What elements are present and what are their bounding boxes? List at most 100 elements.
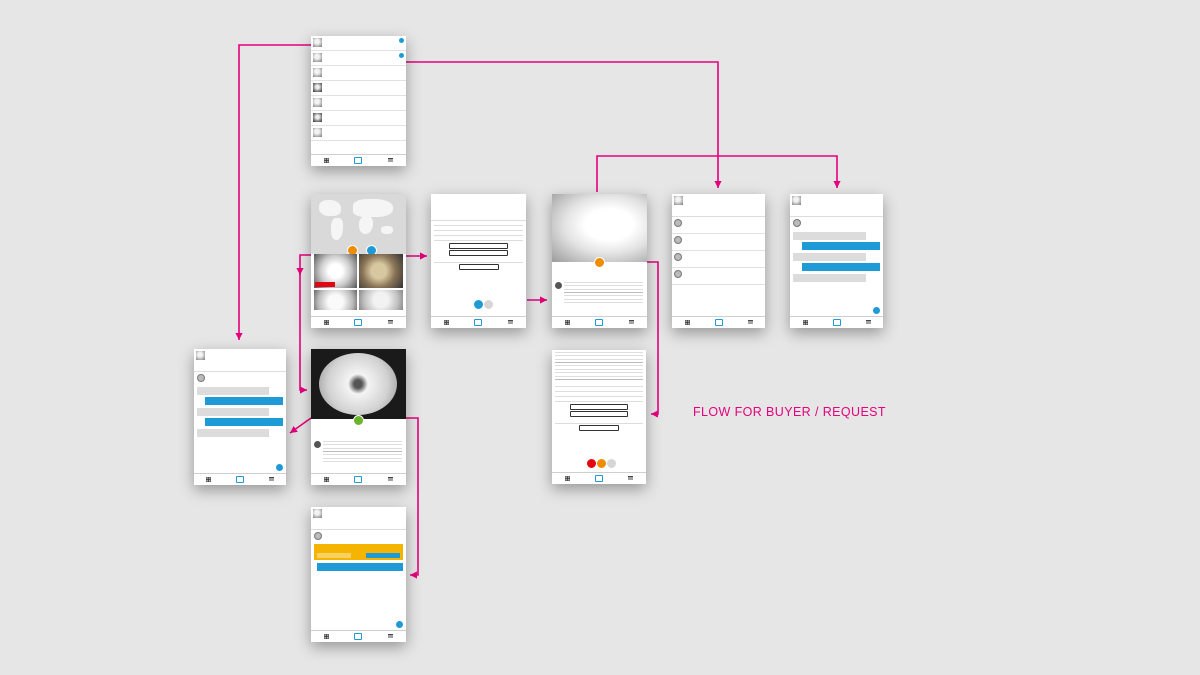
header-text bbox=[324, 509, 404, 527]
dollar-icon[interactable] bbox=[354, 633, 363, 640]
menu-icon[interactable] bbox=[629, 320, 635, 325]
dollar-icon[interactable] bbox=[354, 319, 363, 326]
add-photo-button[interactable] bbox=[458, 264, 499, 270]
menu-icon[interactable] bbox=[388, 634, 394, 639]
item-thumbnail bbox=[674, 196, 683, 205]
menu-icon[interactable] bbox=[388, 477, 394, 482]
item-thumbnail bbox=[196, 351, 205, 360]
menu-icon[interactable] bbox=[508, 320, 514, 325]
screen-buy-detail[interactable] bbox=[311, 349, 406, 485]
gallery-image[interactable] bbox=[359, 290, 403, 310]
dollar-icon[interactable] bbox=[832, 319, 841, 326]
close-button[interactable] bbox=[606, 458, 617, 469]
list-item-text bbox=[684, 236, 763, 248]
screen-item-entry-form[interactable] bbox=[431, 194, 526, 328]
dollar-icon[interactable] bbox=[595, 319, 604, 326]
chat-partner[interactable] bbox=[790, 217, 883, 229]
gallery-image[interactable] bbox=[359, 254, 403, 288]
flow-arrowhead bbox=[290, 426, 298, 433]
list-item[interactable] bbox=[311, 126, 406, 141]
grid-icon[interactable] bbox=[564, 476, 570, 481]
field[interactable] bbox=[434, 236, 523, 241]
grid-icon[interactable] bbox=[323, 477, 329, 482]
screen-request-chat-list[interactable] bbox=[672, 194, 765, 328]
menu-icon[interactable] bbox=[865, 320, 871, 325]
flow-caption: FLOW FOR BUYER / REQUEST bbox=[693, 405, 886, 419]
use-location-button[interactable] bbox=[569, 403, 629, 410]
world-map[interactable] bbox=[311, 194, 406, 254]
menu-icon[interactable] bbox=[628, 476, 634, 481]
item-thumbnail bbox=[313, 128, 322, 137]
flow-arrow-line bbox=[406, 61, 719, 188]
item-photo[interactable] bbox=[311, 349, 406, 419]
dollar-icon[interactable] bbox=[235, 476, 244, 483]
grid-icon[interactable] bbox=[323, 158, 329, 163]
tab-bar bbox=[194, 473, 286, 485]
gallery-image[interactable] bbox=[314, 290, 357, 310]
grid-icon[interactable] bbox=[684, 320, 690, 325]
avatar bbox=[674, 270, 682, 278]
send-button[interactable] bbox=[873, 307, 880, 314]
screen-request-detail[interactable] bbox=[552, 194, 647, 328]
screen-location-form[interactable] bbox=[552, 350, 646, 484]
pin-location-button[interactable] bbox=[449, 250, 508, 256]
menu-icon[interactable] bbox=[747, 320, 753, 325]
buy-button[interactable] bbox=[366, 553, 400, 558]
screen-inbox-list[interactable] bbox=[311, 36, 406, 166]
item-photo[interactable] bbox=[552, 194, 647, 262]
screen-request-chat-thread[interactable] bbox=[790, 194, 883, 328]
menu-icon[interactable] bbox=[268, 477, 274, 482]
field[interactable] bbox=[555, 397, 643, 402]
message-bubble bbox=[197, 407, 270, 416]
grid-icon[interactable] bbox=[206, 477, 212, 482]
menu-icon[interactable] bbox=[388, 158, 394, 163]
sell-button[interactable] bbox=[594, 257, 605, 268]
tab-bar bbox=[672, 316, 765, 328]
flow-arrow-line bbox=[596, 155, 838, 192]
cancel-button[interactable] bbox=[317, 553, 351, 558]
grid-icon[interactable] bbox=[802, 320, 808, 325]
list-item[interactable] bbox=[672, 217, 765, 234]
use-location-button[interactable] bbox=[449, 242, 508, 249]
chat-partner[interactable] bbox=[194, 372, 286, 384]
buy-button[interactable] bbox=[353, 415, 364, 426]
send-button[interactable] bbox=[276, 464, 283, 471]
send-button[interactable] bbox=[396, 621, 403, 628]
field[interactable] bbox=[555, 419, 643, 424]
screen-buy-confirm-chat[interactable] bbox=[311, 507, 406, 642]
list-item[interactable] bbox=[311, 36, 406, 51]
tab-bar bbox=[311, 630, 406, 642]
menu-icon[interactable] bbox=[388, 320, 394, 325]
list-item[interactable] bbox=[672, 234, 765, 251]
list-item[interactable] bbox=[311, 66, 406, 81]
grid-icon[interactable] bbox=[323, 634, 329, 639]
dollar-icon[interactable] bbox=[594, 475, 603, 482]
offer-card bbox=[314, 544, 403, 560]
request-description bbox=[564, 282, 643, 304]
message-bubble bbox=[317, 562, 403, 571]
screen-buyer-chat[interactable] bbox=[194, 349, 286, 485]
list-item[interactable] bbox=[672, 251, 765, 268]
list-item[interactable] bbox=[311, 51, 406, 66]
pin-location-button[interactable] bbox=[569, 411, 629, 417]
description-field[interactable] bbox=[431, 194, 526, 221]
dollar-icon[interactable] bbox=[354, 476, 363, 483]
dollar-icon[interactable] bbox=[714, 319, 723, 326]
flow-arrows bbox=[235, 44, 841, 579]
list-item[interactable] bbox=[311, 111, 406, 126]
grid-icon[interactable] bbox=[564, 320, 570, 325]
item-thumbnail bbox=[313, 509, 322, 518]
list-item[interactable] bbox=[311, 81, 406, 96]
screen-map-gallery[interactable] bbox=[311, 194, 406, 328]
grid-icon[interactable] bbox=[443, 320, 449, 325]
dollar-icon[interactable] bbox=[474, 319, 483, 326]
list-item[interactable] bbox=[311, 96, 406, 111]
flow-arrowhead bbox=[540, 296, 547, 304]
dollar-icon[interactable] bbox=[354, 157, 363, 164]
list-item[interactable] bbox=[672, 268, 765, 285]
chat-partner[interactable] bbox=[311, 530, 406, 542]
grid-icon[interactable] bbox=[323, 320, 329, 325]
change-photo-button[interactable] bbox=[579, 425, 619, 431]
field[interactable] bbox=[434, 258, 523, 263]
close-button[interactable] bbox=[483, 299, 494, 310]
